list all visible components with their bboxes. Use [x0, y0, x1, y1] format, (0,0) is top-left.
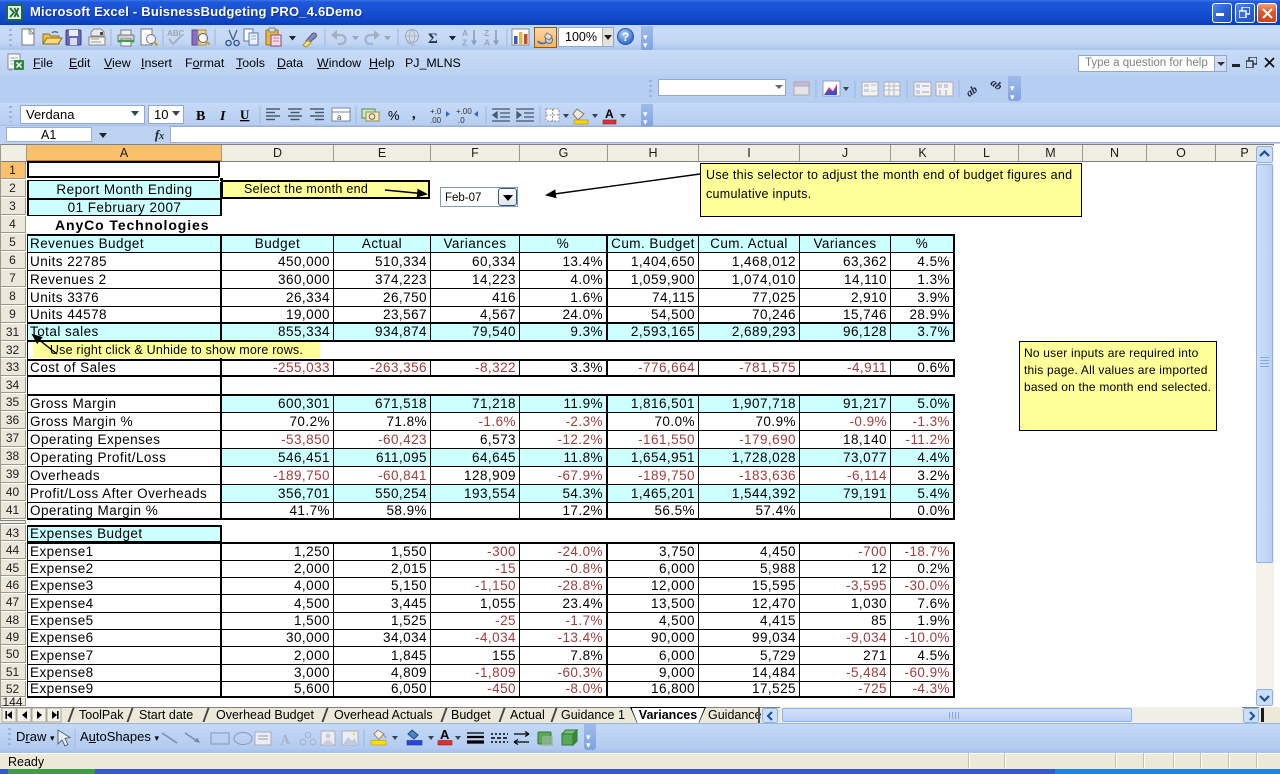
svg-text:A: A	[440, 727, 450, 742]
svg-text:A: A	[278, 732, 291, 749]
svg-text:.00: .00	[430, 116, 442, 125]
svg-text:Z: Z	[484, 28, 489, 38]
svg-text:a: a	[337, 113, 342, 122]
svg-text:ab: ab	[964, 83, 980, 99]
svg-text:Σ: Σ	[428, 31, 438, 47]
svg-text:,: ,	[412, 106, 416, 122]
svg-text:A: A	[484, 38, 490, 48]
svg-text:U: U	[240, 107, 250, 122]
svg-text:+.00: +.00	[456, 107, 472, 116]
svg-text:Z: Z	[462, 38, 467, 48]
svg-text:I: I	[219, 109, 226, 124]
svg-text:ab: ab	[988, 77, 1004, 93]
svg-text:A: A	[605, 107, 614, 121]
svg-text:+.0: +.0	[430, 107, 442, 116]
svg-text:%: %	[388, 108, 400, 123]
svg-text:A: A	[462, 28, 468, 38]
svg-text:B: B	[196, 109, 205, 124]
svg-text:ABC: ABC	[167, 29, 185, 38]
svg-text:.0: .0	[458, 116, 465, 125]
